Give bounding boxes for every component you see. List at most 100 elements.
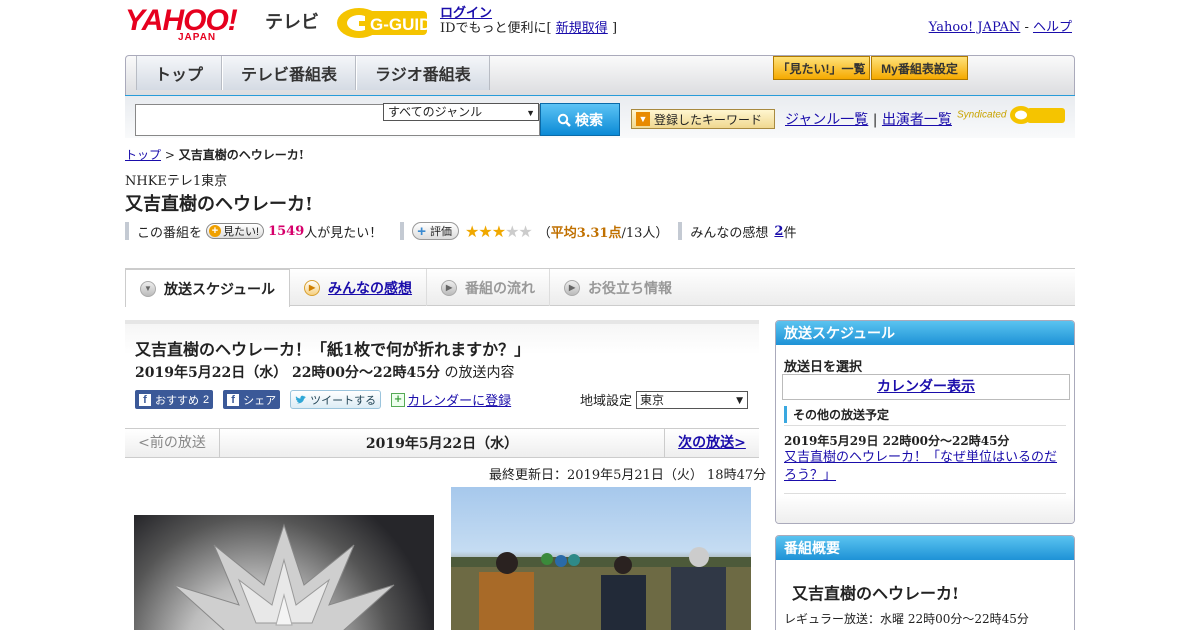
gguide-small-logo — [1010, 106, 1066, 124]
summary-program-title: 又吉直樹のヘウレーカ! — [792, 584, 960, 603]
want-to-watch-button[interactable]: + 見たい! — [206, 223, 265, 239]
want-list-button[interactable]: 「見たい!」一覧 — [773, 56, 870, 80]
star-empty-icon: ★ — [518, 221, 532, 241]
subtab-impressions[interactable]: ▶ みんなの感想 — [290, 269, 428, 306]
search-links: ジャンル一覧 | 出演者一覧 — [785, 109, 952, 129]
region-label: 地域設定 — [580, 394, 633, 409]
calendar-plus-icon: + — [391, 392, 406, 407]
program-subtabs: ▼ 放送スケジュール ▶ みんなの感想 ▶ 番組の流れ ▶ お役立ち情報 — [125, 268, 1075, 307]
divider — [784, 493, 1066, 494]
my-schedule-button[interactable]: My番組表設定 — [871, 56, 968, 80]
yahoo-japan-link[interactable]: Yahoo! JAPAN — [929, 20, 1021, 35]
cast-list-link[interactable]: 出演者一覧 — [882, 112, 952, 128]
subtab-program-flow: ▶ 番組の流れ — [427, 269, 551, 306]
calendar-display-button[interactable]: カレンダー表示 — [782, 374, 1070, 400]
facebook-icon: f — [139, 393, 151, 406]
fb-share-label: シェア — [243, 394, 277, 407]
login-text: IDでもっと便利に[ — [440, 21, 552, 36]
broadcast-pager: <前の放送 2019年5月22日（水） 次の放送> — [125, 428, 759, 458]
calendar-register-link[interactable]: カレンダーに登録 — [407, 390, 511, 409]
arrow-down-icon: ▼ — [636, 112, 650, 126]
calendar-register[interactable]: + カレンダーに登録 — [391, 390, 511, 409]
star-empty-icon: ★ — [505, 221, 519, 241]
schedule-sidebar-heading: 放送スケジュール — [776, 321, 1074, 345]
calendar-display-link[interactable]: カレンダー表示 — [877, 379, 975, 395]
facebook-icon: f — [227, 393, 240, 406]
keyword-button-label: 登録したキーワード — [654, 112, 763, 127]
login-bracket: ] — [611, 21, 618, 36]
facebook-recommend-button[interactable]: f おすすめ 2 — [135, 390, 214, 409]
login-link[interactable]: ログイン — [440, 6, 492, 21]
program-stats-row: この番組を + 見たい! 1549 人が見たい！ + 評価 ★★★★★ （ 平均… — [125, 220, 796, 242]
current-broadcast-date: 2019年5月22日（水） — [365, 436, 519, 452]
tv-label: テレビ — [265, 12, 319, 32]
main-navbar: トップ テレビ番組表 ラジオ番組表 「見たい!」一覧 My番組表設定 — [125, 55, 1075, 101]
nav-tab-tv-schedule[interactable]: テレビ番組表 — [222, 56, 357, 90]
rate-button-label: 評価 — [430, 226, 453, 238]
play-arrow-icon: ▶ — [441, 279, 458, 296]
breadcrumb-separator: > — [164, 148, 175, 162]
subtab-flow-label: 番組の流れ — [465, 279, 536, 296]
subtab-schedule[interactable]: ▼ 放送スケジュール — [125, 269, 291, 307]
origami-photo — [134, 515, 434, 630]
want-suffix: 人が見たい！ — [304, 225, 383, 241]
other-broadcast-link[interactable]: 又吉直樹のヘウレーカ！「なぜ単位はいるのだろう？」 — [784, 449, 1064, 485]
subtab-useful-info: ▶ お役立ち情報 — [550, 269, 686, 306]
help-link[interactable]: ヘルプ — [1033, 20, 1072, 35]
regular-broadcast: レギュラー放送：水曜 22時00分～22時45分 — [784, 612, 1029, 626]
want-prefix: この番組を — [137, 225, 203, 241]
breadcrumb-top-link[interactable]: トップ — [125, 148, 161, 162]
nav-tab-radio-schedule[interactable]: ラジオ番組表 — [356, 56, 490, 90]
impressions-count-link[interactable]: 2 — [774, 224, 783, 239]
registered-keyword-button[interactable]: ▼ 登録したキーワード — [631, 109, 775, 129]
gguide-logo-graphic: G-GUIDE — [337, 8, 443, 38]
chevron-down-icon: ▼ — [140, 280, 156, 297]
next-broadcast[interactable]: 次の放送> — [664, 428, 759, 458]
top-right-links: Yahoo! JAPAN - ヘルプ — [929, 16, 1072, 35]
search-button-label: 検索 — [575, 111, 603, 128]
region-select[interactable]: 東京 — [636, 390, 749, 409]
star-filled-icon: ★ — [465, 221, 479, 241]
cast-photo-graphic — [451, 547, 751, 630]
tweet-button[interactable]: ツイートする — [290, 390, 382, 409]
other-broadcast-date: 2019年5月29日 22時00分～22時45分 — [784, 434, 1010, 448]
stats-separator — [678, 222, 683, 240]
episode-title: 又吉直樹のヘウレーカ！「紙1枚で何が折れますか？」 — [135, 340, 531, 359]
star-filled-icon: ★ — [478, 221, 492, 241]
program-title: 又吉直樹のヘウレーカ! — [125, 194, 313, 215]
play-arrow-icon: ▶ — [304, 279, 321, 296]
sidebar-footer — [776, 495, 1074, 523]
yahoo-japan-logo[interactable]: YAHOO! JAPAN — [125, 6, 265, 44]
subtab-schedule-label: 放送スケジュール — [164, 280, 276, 297]
genre-select[interactable]: すべてのジャンル — [383, 103, 539, 121]
episode-date-suffix: の放送内容 — [444, 365, 515, 381]
channel-name: NHKEテレ1東京 — [125, 174, 228, 189]
origami-photo-graphic — [173, 523, 395, 630]
subtab-impressions-label[interactable]: みんなの感想 — [328, 278, 412, 298]
genre-list-link[interactable]: ジャンル一覧 — [785, 112, 868, 128]
subtab-info-label: お役立ち情報 — [588, 279, 673, 296]
twitter-bird-icon — [295, 395, 307, 403]
gguide-logo[interactable]: G-GUIDE — [335, 6, 443, 40]
stats-separator — [125, 222, 129, 240]
divider — [784, 425, 1066, 426]
prev-broadcast: <前の放送 — [125, 428, 220, 458]
last-updated: 最終更新日：2019年5月21日（火） 18時47分 — [489, 468, 767, 483]
next-broadcast-link[interactable]: 次の放送> — [678, 435, 746, 451]
facebook-share-button[interactable]: f シェア — [223, 390, 281, 409]
fb-recommend-label: おすすめ — [155, 394, 199, 407]
play-arrow-icon: ▶ — [564, 279, 581, 296]
signup-link[interactable]: 新規取得 — [556, 21, 608, 36]
stats-separator — [400, 222, 405, 240]
search-button[interactable]: 検索 — [540, 103, 620, 136]
cast-outdoor-photo — [451, 487, 751, 630]
average-open: （ — [537, 225, 551, 241]
plus-icon: + — [209, 225, 222, 237]
nav-tab-top[interactable]: トップ — [136, 56, 223, 90]
want-button-label: 見たい! — [223, 226, 260, 238]
search-icon — [557, 113, 571, 127]
login-area: ログイン IDでもっと便利に[ 新規取得 ] — [440, 6, 617, 36]
fb-recommend-count: 2 — [203, 393, 210, 406]
rate-button[interactable]: + 評価 — [412, 222, 460, 240]
rating-count: /13人） — [621, 225, 669, 241]
